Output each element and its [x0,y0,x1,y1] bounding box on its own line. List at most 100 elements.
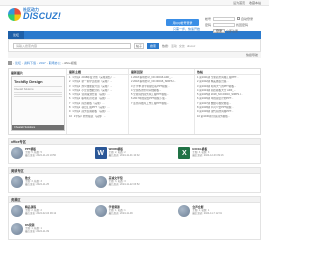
forum-icon[interactable] [11,205,23,217]
forum-sections: office专区 PPT模板 主题: 5, 帖数: 5 最后发表: 2024-11-2… [0,138,269,240]
forum-item[interactable]: 散文 主题: 3, 帖数: 3 最后发表: 2024-11-25 [9,174,93,192]
excel-icon[interactable]: X [178,147,191,159]
latest-images-column: 最新图片 TechBy Design Cheetah Solutions Che… [9,69,67,134]
forum-last-post: 最后发表: 2024-11-09 [25,230,49,234]
forum-info: 会声会影 主题: 1, 帖数: 1 最后发表: 2024-11-7 12:31 [192,205,222,216]
breadcrumb: › 论坛 › 资料下载 › 2017 › 职场办公 › office模板 [8,60,261,66]
section-title[interactable]: office专区 [8,138,261,145]
forum-item[interactable]: 会声会影 主题: 1, 帖数: 1 最后发表: 2024-11-7 12:31 [176,203,260,221]
breadcrumb-item[interactable]: 职场办公 [49,61,61,65]
user-label: 帐号 [205,16,212,21]
forum-grid: 精品课程 主题: 2, 帖数: 2 最后发表: 2024-02-04 09:12 学習… [8,203,261,240]
reply-list: 1 2018 职场办公_NO.00016.ADF_... 2 2018 职场办公_… [129,75,194,107]
slide-title: TechBy Design [14,79,43,84]
forum-last-post: 最后发表: 2024-11-25 [25,183,49,187]
set-home-link[interactable]: 设为首页 [233,1,245,5]
quick-start-link[interactable]: 只需一步，快速开始 [173,27,200,31]
home-icon[interactable] [8,61,12,65]
forum-info: PPT模板 主题: 5, 帖数: 5 最后发表: 2024-11-22 10:56 [25,147,56,158]
ppt-icon[interactable] [11,147,23,159]
site-logo[interactable]: 社区动力 DISCUZ! [8,8,61,21]
forum-last-post: 最后发表: 2024-11-22 10:56 [25,154,56,158]
forum-item[interactable]: W WORD模板 主题: 2, 帖数: 2 最后发表: 2024-11-01 10:3… [93,145,177,163]
forum-item[interactable]: 美诚文学馆 主题: 3, 帖数: 3 最后发表: 2024-11-22 03:52 [93,174,177,192]
slide-caption: Cheetah Solutions [12,125,64,130]
section-title[interactable]: 资源区 [8,196,261,203]
search-bar: 请输入搜索内容 帖子 搜索 热搜: 活动 交友 discuz [8,39,261,52]
shortcut-bar: 快捷导航 [8,52,261,58]
search-type-select[interactable]: 帖子 [134,42,144,49]
list-item[interactable]: 7 蓝色科技风工作汇报PPT模板... [131,102,192,106]
hot-list: 1 第1021期 全新商务风格汇报PPT... 2 第1022期 精美图表合集..… [195,75,260,120]
forum-item [176,174,260,192]
bookmark-link[interactable]: 收藏本站 [249,1,261,5]
search-button[interactable]: 搜索 [147,42,159,49]
image-slide[interactable]: TechBy Design Cheetah Solutions Cheetah … [11,76,65,131]
forum-icon[interactable] [94,205,107,217]
login-pass-row: 密码 找回密码 [205,22,261,27]
logo-mark-icon [8,8,21,21]
auto-login-checkbox[interactable] [237,17,240,20]
hot-search-item[interactable]: 交友 [179,44,185,48]
breadcrumb-item[interactable]: 资料下载 [24,61,36,65]
search-input[interactable]: 请输入搜索内容 [13,42,131,49]
forum-last-post: 最后发表: 2024-11-01 10:32 [108,154,140,158]
hot-search-item[interactable]: discuz [187,44,196,48]
qq-login-button[interactable]: 用QQ帐号登录 [166,19,199,26]
forum-item[interactable]: 精品课程 主题: 2, 帖数: 2 最后发表: 2024-02-04 09:12 [9,203,93,221]
forum-grid: PPT模板 主题: 5, 帖数: 5 最后发表: 2024-11-22 10:56 W… [8,145,261,164]
breadcrumb-item[interactable]: 2017 [39,61,46,65]
breadcrumb-current: office模板 [63,61,77,65]
breadcrumb-item[interactable]: 论坛 [15,61,21,65]
portal-block: 最新图片 TechBy Design Cheetah Solutions Che… [8,68,261,135]
forum-info: 散文 主题: 3, 帖数: 3 最后发表: 2024-11-25 [25,176,49,187]
forum-info: 美诚文学馆 主题: 3, 帖数: 3 最后发表: 2024-11-22 03:52 [109,176,140,187]
register-link[interactable]: 立即注册 [226,29,238,33]
forum-last-post: 最后发表: 2024-02-04 09:12 [25,212,57,216]
hot-search: 热搜: 活动 交友 discuz [162,44,195,48]
forum-last-post: 最后发表: 2024-11-22 03:52 [108,183,140,187]
forum-grid: 散文 主题: 3, 帖数: 3 最后发表: 2024-11-25 美诚文学馆 主题: 3… [8,174,261,193]
forum-item[interactable]: PPT模板 主题: 5, 帖数: 5 最后发表: 2024-11-22 10:56 [9,145,93,163]
section-title[interactable]: 阅读专区 [8,167,261,174]
column-title: 最新图片 [11,71,24,75]
forum-info: 学習資源 主题: 1, 帖数: 1 最后发表: 2024-11-09 [109,205,133,216]
forum-info: 精品课程 主题: 2, 帖数: 2 最后发表: 2024-02-04 09:12 [25,205,56,216]
topbar-links: 设为首页 收藏本站 [230,1,261,5]
site-header: 社区动力 DISCUZ! 用QQ帐号登录 只需一步，快速开始 帐号 自动登录 密… [0,6,269,34]
hot-search-item[interactable]: 活动 [171,44,177,48]
thread-list: 1 【学院】2018年度计划（完成总结）... 2 【学院】新一期学员招募（完成）… [67,75,128,120]
forum-item[interactable]: 学習資源 主题: 1, 帖数: 1 最后发表: 2024-11-09 [93,203,177,221]
forum-icon[interactable] [178,205,191,217]
login-form: 帐号 自动登录 密码 找回密码 登录 立即注册 [205,16,261,34]
password-input[interactable] [213,22,235,27]
forgot-password-link[interactable]: 找回密码 [236,23,248,27]
username-input[interactable] [213,16,235,21]
login-button-row: 登录 立即注册 [205,28,261,33]
forum-icon[interactable] [11,176,23,188]
word-icon[interactable]: W [94,147,107,159]
login-button[interactable]: 登录 [213,28,226,33]
forum-item[interactable]: DS资源 主题: 1, 帖数: 1 最后发表: 2024-11-09 [9,221,93,239]
slide-text: Cheetah Solutions [14,88,34,91]
quick-nav-link[interactable]: 快捷导航 [246,53,258,57]
login-user-row: 帐号 自动登录 [205,16,261,21]
nav-item-forum[interactable]: 论坛 [8,31,25,39]
forum-info: DS资源 主题: 1, 帖数: 1 最后发表: 2024-11-09 [25,223,49,234]
list-item[interactable]: 10 【学院】财务报表（完成）... [69,115,126,119]
forum-info: EXCEL模板 主题: 3, 帖数: 3 最后发表: 2024-12-03 09:1… [192,147,223,158]
auto-login-label: 自动登录 [241,16,254,21]
forum-info: WORD模板 主题: 2, 帖数: 2 最后发表: 2024-11-01 10:32 [109,147,140,158]
forum-last-post: 最后发表: 2024-11-09 [108,212,133,216]
forum-last-post: 最后发表: 2024-11-7 12:31 [192,212,222,216]
hot-threads-column: 热帖 1 第1021期 全新商务风格汇报PPT... 2 第1022期 精美图表合… [195,69,260,134]
forum-icon[interactable] [11,223,23,235]
logo-text: 社区动力 DISCUZ! [23,8,61,21]
latest-threads-column: 最新主题 1 【学院】2018年度计划（完成总结）... 2 【学院】新一期学员招… [67,69,129,134]
hot-search-label: 热搜: [162,43,169,48]
latest-replies-column: 最新回复 1 2018 职场办公_NO.00016.ADF_... 2 2018 … [129,69,195,134]
list-item[interactable]: 10 第1030期 创意商务模板... [197,115,258,119]
forum-item[interactable]: X EXCEL模板 主题: 3, 帖数: 3 最后发表: 2024-12-03 09:… [176,145,260,163]
logo-en: DISCUZ! [23,11,61,21]
forum-icon[interactable] [94,176,107,188]
